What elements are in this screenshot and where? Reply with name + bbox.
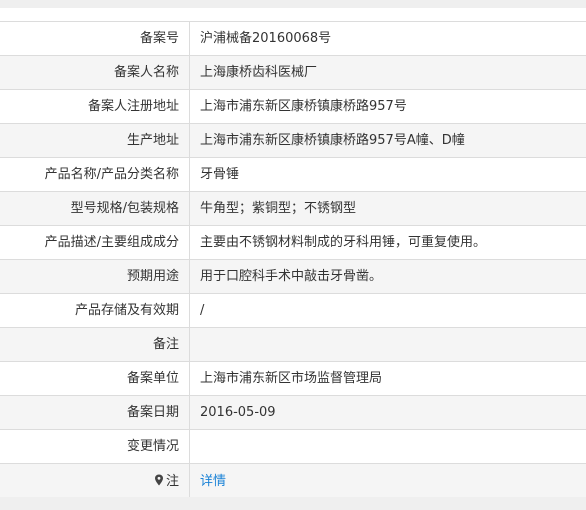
row-product-name: 产品名称/产品分类名称 牙骨锤: [0, 157, 586, 192]
filing-date-label: 备案日期: [0, 395, 190, 430]
storage-validity-label: 产品存储及有效期: [0, 293, 190, 328]
record-number-value: 沪浦械备20160068号: [189, 21, 586, 56]
row-remarks: 备注: [0, 327, 586, 362]
row-change-status: 变更情况: [0, 429, 586, 464]
row-note: 注 详情: [0, 463, 586, 501]
bottom-divider-bar: [0, 497, 586, 510]
row-filing-date: 备案日期 2016-05-09: [0, 395, 586, 430]
model-spec-value: 牛角型；紫铜型；不锈钢型: [189, 191, 586, 226]
record-number-label: 备案号: [0, 21, 190, 56]
remarks-value: [189, 327, 586, 362]
filing-unit-label: 备案单位: [0, 361, 190, 396]
storage-validity-value: /: [189, 293, 586, 328]
row-product-description: 产品描述/主要组成成分 主要由不锈钢材料制成的牙科用锤，可重复使用。: [0, 225, 586, 260]
row-filing-unit: 备案单位 上海市浦东新区市场监督管理局: [0, 361, 586, 396]
filing-unit-value: 上海市浦东新区市场监督管理局: [189, 361, 586, 396]
product-name-label: 产品名称/产品分类名称: [0, 157, 190, 192]
product-description-value: 主要由不锈钢材料制成的牙科用锤，可重复使用。: [189, 225, 586, 260]
row-storage-validity: 产品存储及有效期 /: [0, 293, 586, 328]
registrant-name-label: 备案人名称: [0, 55, 190, 90]
note-label: 注: [165, 474, 179, 489]
production-address-value: 上海市浦东新区康桥镇康桥路957号A幢、D幢: [189, 123, 586, 158]
registrant-name-value: 上海康桥齿科医械厂: [189, 55, 586, 90]
row-registered-address: 备案人注册地址 上海市浦东新区康桥镇康桥路957号: [0, 89, 586, 124]
location-pin-icon: [154, 465, 164, 486]
row-production-address: 生产地址 上海市浦东新区康桥镇康桥路957号A幢、D幢: [0, 123, 586, 158]
product-description-label: 产品描述/主要组成成分: [0, 225, 190, 260]
note-label-cell: 注: [0, 463, 190, 501]
row-record-number: 备案号 沪浦械备20160068号: [0, 21, 586, 56]
product-name-value: 牙骨锤: [189, 157, 586, 192]
production-address-label: 生产地址: [0, 123, 190, 158]
change-status-label: 变更情况: [0, 429, 190, 464]
intended-use-value: 用于口腔科手术中敲击牙骨凿。: [189, 259, 586, 294]
row-registrant-name: 备案人名称 上海康桥齿科医械厂: [0, 55, 586, 90]
model-spec-label: 型号规格/包装规格: [0, 191, 190, 226]
top-divider-bar: [0, 0, 586, 8]
registered-address-value: 上海市浦东新区康桥镇康桥路957号: [189, 89, 586, 124]
change-status-value: [189, 429, 586, 464]
registered-address-label: 备案人注册地址: [0, 89, 190, 124]
detail-link[interactable]: 详情: [200, 474, 226, 489]
intended-use-label: 预期用途: [0, 259, 190, 294]
row-intended-use: 预期用途 用于口腔科手术中敲击牙骨凿。: [0, 259, 586, 294]
row-model-spec: 型号规格/包装规格 牛角型；紫铜型；不锈钢型: [0, 191, 586, 226]
note-value-cell: 详情: [189, 463, 586, 501]
remarks-label: 备注: [0, 327, 190, 362]
filing-date-value: 2016-05-09: [189, 395, 586, 430]
registration-info-table: 备案号 沪浦械备20160068号 备案人名称 上海康桥齿科医械厂 备案人注册地…: [0, 21, 586, 501]
